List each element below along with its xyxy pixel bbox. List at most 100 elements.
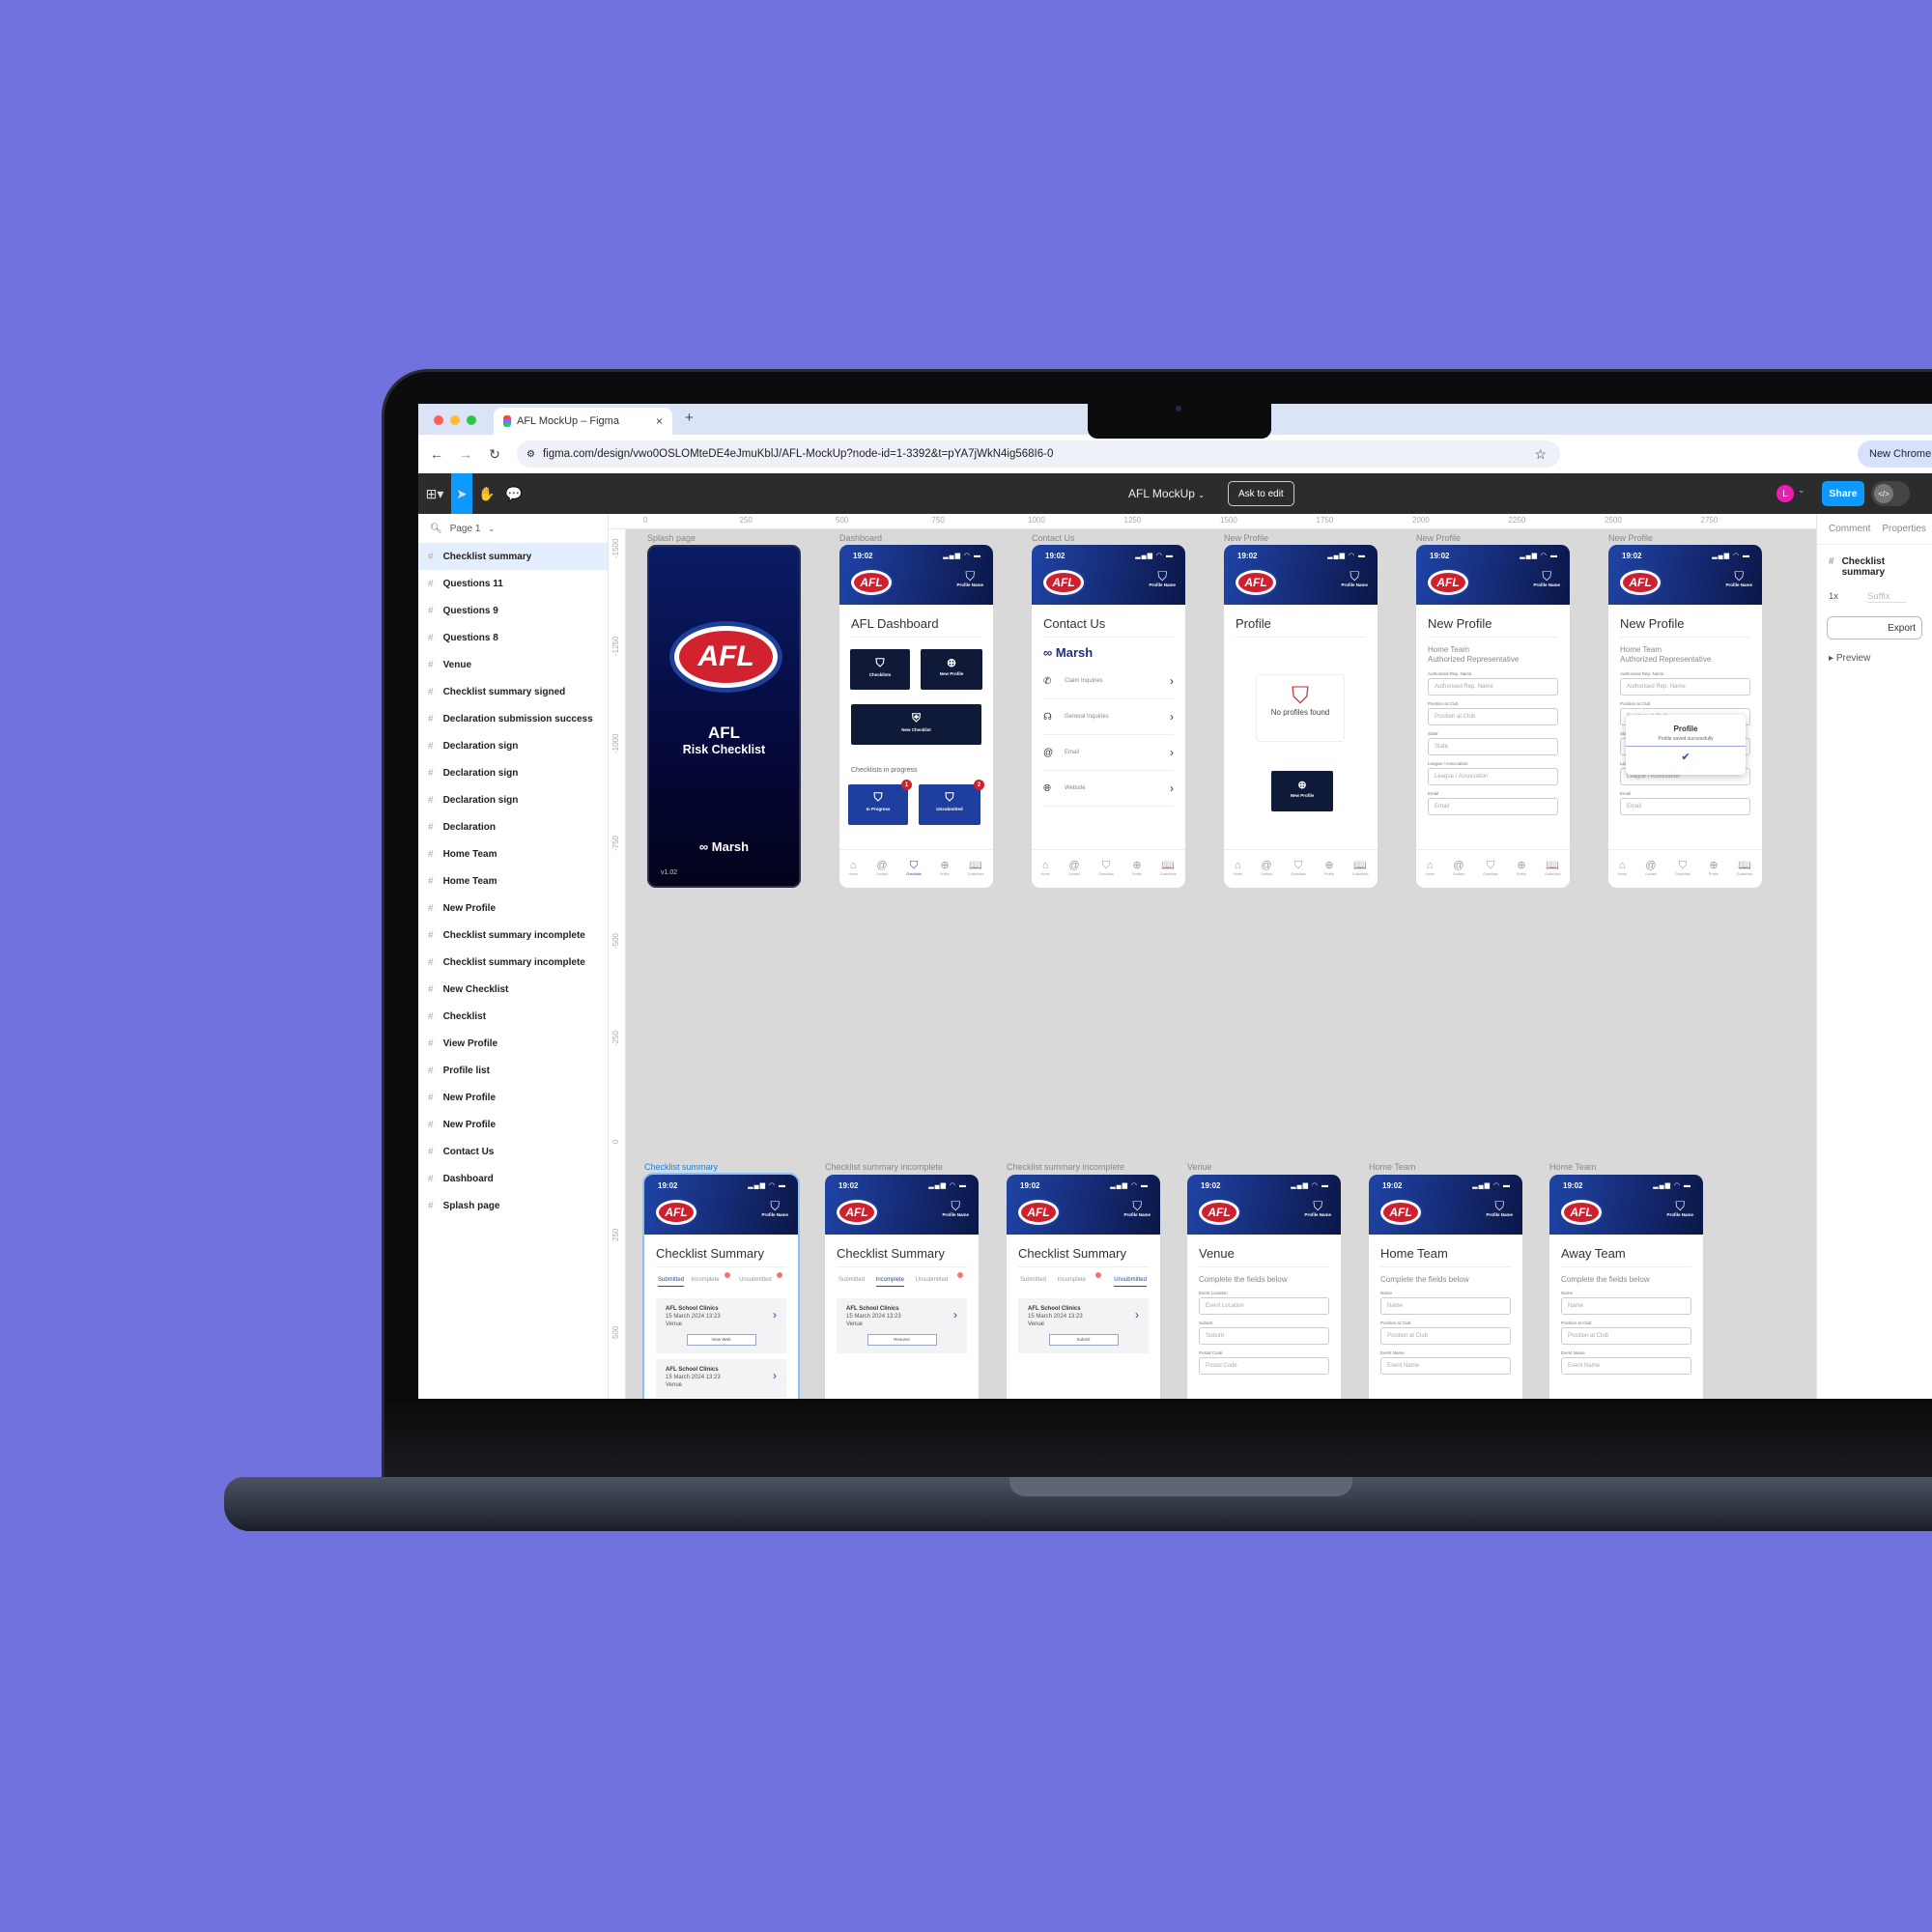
layer-item[interactable]: # New Profile <box>418 1084 608 1111</box>
frame-label[interactable]: Checklist summary incomplete <box>825 1162 943 1172</box>
summary-tab[interactable]: Unsubmitted <box>916 1277 949 1287</box>
frame-label[interactable]: New Profile <box>1224 533 1268 543</box>
contact-row-general[interactable]: ☊ General Inquiries › <box>1043 699 1174 735</box>
address-bar[interactable]: ⚙ figma.com/design/vwo0OSLOMteDE4eJmuKbl… <box>517 440 1560 468</box>
in-progress-card[interactable]: 1 ⛉ In Progress <box>848 780 912 825</box>
minimize-window-button[interactable] <box>450 415 460 425</box>
text-input[interactable]: Postal Code <box>1199 1357 1329 1376</box>
file-title[interactable]: AFL MockUp ⌄ <box>1128 487 1205 500</box>
tab-properties[interactable]: Properties <box>1882 524 1926 534</box>
reload-icon[interactable]: ↻ <box>480 446 509 463</box>
user-avatar[interactable]: L <box>1776 485 1794 502</box>
layer-item[interactable]: # Checklist <box>418 1003 608 1030</box>
scale-select[interactable]: 1x <box>1829 591 1838 603</box>
text-input[interactable]: Event Name <box>1561 1357 1691 1376</box>
bookmark-star-icon[interactable]: ☆ <box>1534 446 1547 463</box>
summary-tab[interactable]: Unsubmitted <box>1114 1277 1147 1287</box>
profile-empty-frame[interactable]: 19:02 ▂▄▆ ◠ ▬ AFL ⛉ Profile Name Profile ⛉ No… <box>1224 545 1378 888</box>
text-input[interactable]: Authorised Rep. Name <box>1620 677 1750 696</box>
frame-label[interactable]: Contact Us <box>1032 533 1075 543</box>
layer-item[interactable]: # Checklist summary incomplete <box>418 922 608 949</box>
nav-item-contact[interactable]: @ Contact <box>1068 861 1080 877</box>
layer-item[interactable]: # Declaration <box>418 813 608 840</box>
back-arrow-icon[interactable]: ← <box>422 446 451 462</box>
nav-item-home[interactable]: ⌂ Home <box>849 861 858 877</box>
new-chrome-button[interactable]: New Chrome <box>1858 440 1932 468</box>
preview-toggle[interactable]: ▸ Preview <box>1817 647 1932 669</box>
layer-item[interactable]: # Dashboard <box>418 1165 608 1192</box>
checklist-card[interactable]: AFL School Clinics 15 March 2024 13:23 Ven… <box>656 1359 786 1398</box>
tab-comment[interactable]: Comment <box>1829 524 1870 534</box>
nav-item-checklists[interactable]: ⛉ Checklists <box>1291 861 1306 877</box>
layer-item[interactable]: # Checklist summary incomplete <box>418 949 608 976</box>
nav-item-profile[interactable]: ⊕ Profile <box>940 861 950 877</box>
layer-item[interactable]: # Home Team <box>418 840 608 867</box>
nav-item-home[interactable]: ⌂ Home <box>1041 861 1050 877</box>
chevron-down-icon[interactable]: ⌄ <box>1798 485 1805 496</box>
profile-button[interactable]: ⛉ Profile Name <box>1304 1200 1331 1217</box>
suffix-input[interactable]: Suffix <box>1867 591 1907 603</box>
contact-row-claims[interactable]: ✆ Claim Inquiries › <box>1043 664 1174 699</box>
chevron-right-icon[interactable]: › <box>953 1308 957 1323</box>
app-frame[interactable]: 19:02 ▂▄▆ ◠ ▬ AFL ⛉ Profile Name Checklist Su… <box>1007 1175 1160 1399</box>
text-input[interactable]: Name <box>1561 1297 1691 1316</box>
site-info-icon[interactable]: ⚙ <box>526 449 535 460</box>
summary-tab[interactable]: Submitted <box>838 1277 865 1287</box>
chevron-right-icon[interactable]: › <box>773 1369 777 1384</box>
layer-item[interactable]: # Declaration submission success <box>418 705 608 732</box>
nav-item-guidelines[interactable]: 📖 Guidelines <box>968 861 984 877</box>
nav-item-guidelines[interactable]: 📖 Guidelines <box>1545 861 1561 877</box>
frame-label[interactable]: New Profile <box>1416 533 1461 543</box>
profile-button[interactable]: ⛉ Profile Name <box>1486 1200 1513 1217</box>
new-checklist-button[interactable]: ⛨ New Checklist <box>851 704 981 745</box>
text-input[interactable]: Event Location <box>1199 1297 1329 1316</box>
app-frame[interactable]: 19:02 ▂▄▆ ◠ ▬ AFL ⛉ Profile Name Away Team Com… <box>1549 1175 1703 1399</box>
nav-item-profile[interactable]: ⊕ Profile <box>1709 861 1719 877</box>
text-input[interactable]: State <box>1428 737 1558 755</box>
summary-tab[interactable]: Submitted <box>658 1277 685 1287</box>
text-input[interactable]: Event Name <box>1380 1357 1511 1376</box>
nav-item-contact[interactable]: @ Contact <box>876 861 888 877</box>
nav-item-checklists[interactable]: ⛉ Checklists <box>1098 861 1114 877</box>
layer-item[interactable]: # Questions 11 <box>418 570 608 597</box>
export-button[interactable]: Export <box>1827 616 1922 639</box>
frame-label[interactable]: Dashboard <box>839 533 882 543</box>
profile-button[interactable]: ⛉ Profile Name <box>1533 570 1560 587</box>
dashboard-frame[interactable]: 19:02 ▂▄▆ ◠ ▬ AFL ⛉ Profile Name AFL Dashboa… <box>839 545 993 888</box>
layer-item[interactable]: # Checklist summary signed <box>418 678 608 705</box>
layer-item[interactable]: # Profile list <box>418 1057 608 1084</box>
nav-item-guidelines[interactable]: 📖 Guidelines <box>1352 861 1369 877</box>
nav-item-profile[interactable]: ⊕ Profile <box>1517 861 1526 877</box>
text-input[interactable]: League / Association <box>1428 767 1558 785</box>
layer-item[interactable]: # New Profile <box>418 1111 608 1138</box>
contact-row-email[interactable]: @ Email › <box>1043 735 1174 771</box>
frame-label[interactable]: Splash page <box>647 533 696 543</box>
new-profile-frame[interactable]: 19:02 ▂▄▆ ◠ ▬ AFL ⛉ Profile Name New Profile… <box>1416 545 1570 888</box>
share-button[interactable]: Share <box>1822 481 1864 506</box>
app-frame[interactable]: 19:02 ▂▄▆ ◠ ▬ AFL ⛉ Profile Name Checklist Su… <box>825 1175 979 1399</box>
nav-item-contact[interactable]: @ Contact <box>1453 861 1464 877</box>
page-selector[interactable]: 🔍︎ Page 1 ⌄ <box>418 514 608 543</box>
checklists-button[interactable]: ⛉ Checklists <box>850 649 910 690</box>
splash-frame[interactable]: AFL AFL Risk Checklist ∞ Marsh v1.02 <box>647 545 801 888</box>
layer-item[interactable]: # New Profile <box>418 895 608 922</box>
layer-item[interactable]: # Questions 9 <box>418 597 608 624</box>
text-input[interactable]: Position at Club <box>1561 1327 1691 1346</box>
close-tab-icon[interactable]: × <box>656 414 663 428</box>
dev-mode-toggle[interactable]: </> <box>1871 481 1910 506</box>
layer-item[interactable]: # Splash page <box>418 1192 608 1219</box>
card-action-button[interactable]: Submit <box>1048 1334 1119 1347</box>
new-profile-button[interactable]: ⊕ New Profile <box>1271 771 1333 811</box>
nav-item-checklists[interactable]: ⛉ Checklists <box>906 861 922 877</box>
nav-item-contact[interactable]: @ Contact <box>1261 861 1272 877</box>
figma-canvas[interactable]: Splash page AFL AFL Risk Checklist ∞ Mar… <box>626 529 1816 1399</box>
nav-item-contact[interactable]: @ Contact <box>1645 861 1657 877</box>
nav-item-guidelines[interactable]: 📖 Guidelines <box>1160 861 1177 877</box>
app-frame[interactable]: 19:02 ▂▄▆ ◠ ▬ AFL ⛉ Profile Name Venue Complet… <box>1187 1175 1341 1399</box>
browser-tab[interactable]: AFL MockUp – Figma × <box>494 408 672 435</box>
nav-item-home[interactable]: ⌂ Home <box>1234 861 1242 877</box>
text-input[interactable]: Suburb <box>1199 1327 1329 1346</box>
layer-item[interactable]: # Declaration sign <box>418 786 608 813</box>
profile-button[interactable]: ⛉ Profile Name <box>1149 570 1176 587</box>
checklist-card[interactable]: AFL School Clinics 15 March 2024 13:23 Ven… <box>656 1298 786 1354</box>
